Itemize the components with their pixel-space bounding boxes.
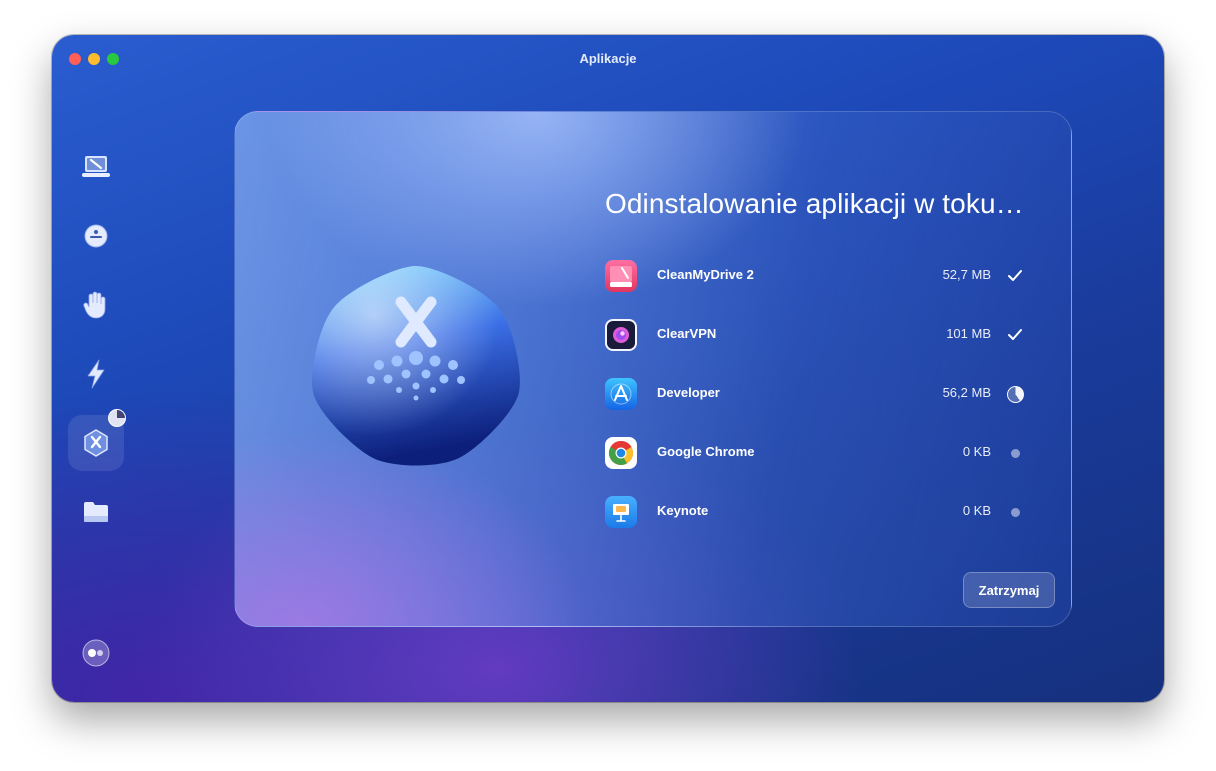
checkmark-icon bbox=[1005, 266, 1025, 286]
app-size: 52,7 MB bbox=[942, 267, 991, 282]
checkmark-icon bbox=[1005, 325, 1025, 345]
cleanmydrive-icon bbox=[605, 260, 637, 292]
assistant-toggle[interactable] bbox=[68, 625, 124, 681]
app-name: Developer bbox=[657, 385, 720, 400]
app-size: 101 MB bbox=[946, 326, 991, 341]
sidebar-item-privacy[interactable] bbox=[68, 277, 124, 333]
uninstall-panel: Odinstalowanie aplikacji w toku… CleanMy… bbox=[234, 111, 1072, 627]
app-name: Keynote bbox=[657, 503, 709, 518]
sidebar-item-applications[interactable] bbox=[68, 409, 126, 471]
sidebar-item-files[interactable] bbox=[68, 484, 124, 540]
sidebar-item-speed[interactable] bbox=[68, 346, 124, 402]
folder-icon bbox=[84, 502, 108, 522]
uninstaller-hero-icon bbox=[312, 266, 520, 466]
app-row: Google Chrome 0 KB bbox=[605, 433, 1025, 473]
sidebar-item-cleanup[interactable] bbox=[68, 139, 124, 195]
pending-dot-icon bbox=[1005, 443, 1025, 463]
sidebar-item-protection[interactable] bbox=[68, 208, 124, 264]
app-window: Aplikacje Odinstalowanie aplikacji w tok… bbox=[52, 35, 1164, 702]
app-row: Keynote 0 KB bbox=[605, 492, 1025, 532]
app-name: CleanMyDrive 2 bbox=[657, 267, 754, 282]
chrome-icon bbox=[605, 437, 637, 469]
app-row: ClearVPN 101 MB bbox=[605, 315, 1025, 355]
applications-icon bbox=[84, 429, 108, 457]
sidebar bbox=[52, 35, 140, 702]
app-name: ClearVPN bbox=[657, 326, 717, 341]
applications-progress-indicator bbox=[108, 409, 126, 427]
shield-ball-icon bbox=[84, 224, 108, 248]
app-size: 0 KB bbox=[962, 444, 991, 459]
app-row: Developer 56,2 MB bbox=[605, 374, 1025, 414]
app-row: CleanMyDrive 2 52,7 MB bbox=[605, 256, 1025, 296]
pending-dot-icon bbox=[1005, 502, 1025, 522]
keynote-icon bbox=[605, 496, 637, 528]
clearvpn-icon bbox=[605, 319, 637, 351]
progress-pie-icon bbox=[1005, 384, 1025, 404]
page-title: Odinstalowanie aplikacji w toku… bbox=[605, 188, 1024, 219]
app-name: Google Chrome bbox=[657, 444, 755, 459]
window-title: Aplikacje bbox=[579, 51, 637, 66]
app-size: 0 KB bbox=[962, 503, 991, 518]
lightning-icon bbox=[87, 359, 105, 389]
developer-icon bbox=[605, 378, 637, 410]
app-size: 56,2 MB bbox=[942, 385, 991, 400]
stop-button[interactable]: Zatrzymaj bbox=[963, 572, 1055, 608]
hand-icon bbox=[83, 291, 106, 319]
assistant-toggle-icon bbox=[82, 639, 110, 667]
laptop-sweep-icon bbox=[82, 156, 110, 177]
